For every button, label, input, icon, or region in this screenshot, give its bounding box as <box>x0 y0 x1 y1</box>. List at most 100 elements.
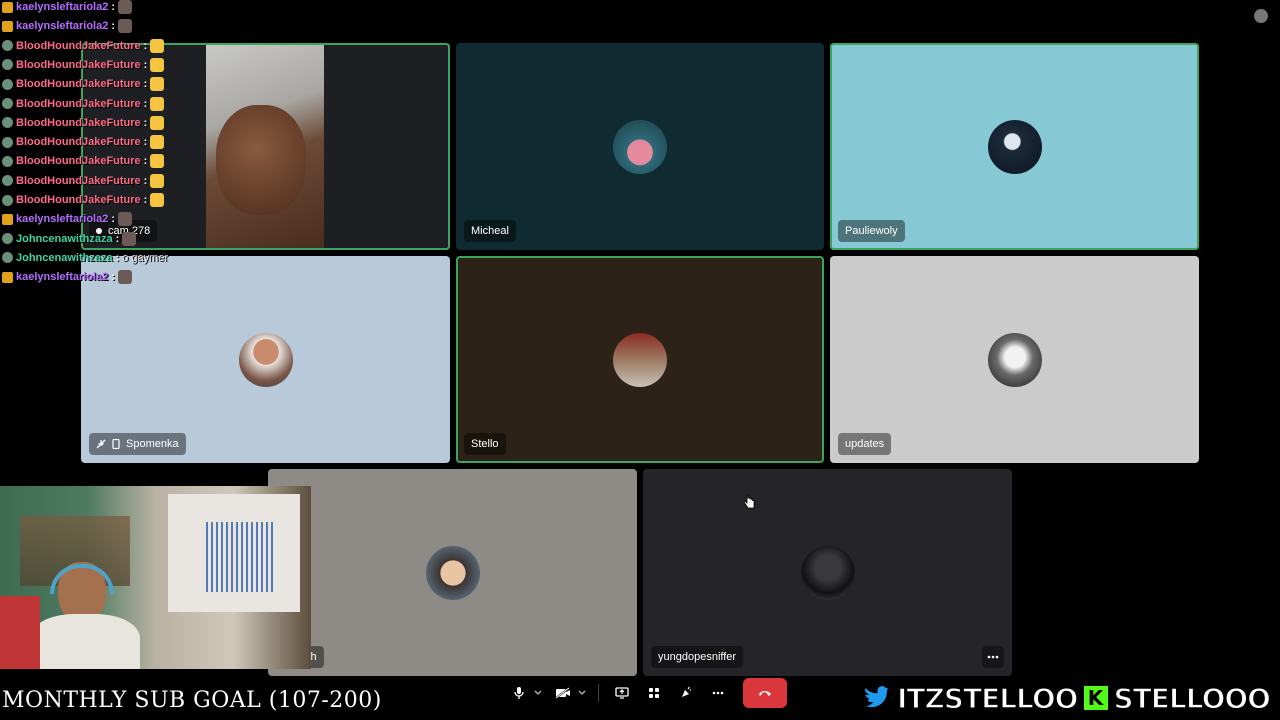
participant-tile-yungdopesniffer[interactable]: yungdopesniffer <box>643 469 1012 676</box>
participant-tile-spomenka[interactable]: Spomenka <box>81 256 450 463</box>
leaf-badge-icon <box>2 59 13 71</box>
avatar <box>987 332 1042 387</box>
chat-username[interactable]: Johncenawithzaza <box>16 252 113 264</box>
emote-icon <box>118 270 133 285</box>
participant-name: Pauliewoly <box>845 225 898 237</box>
chat-username[interactable]: BloodHoundJakeFuture <box>16 59 141 71</box>
kick-handle: STELLOOO <box>1113 681 1272 716</box>
chat-message: kaelynsleftariola2: <box>2 0 133 16</box>
name-tag: Stello <box>464 433 506 455</box>
call-controls <box>506 678 731 708</box>
end-call-button[interactable] <box>743 678 787 708</box>
emote-icon <box>118 212 133 227</box>
participant-name: Stello <box>471 438 499 450</box>
tapestry <box>168 494 300 612</box>
name-tag: Micheal <box>464 220 516 242</box>
emote-icon <box>150 77 165 92</box>
leaf-badge-icon <box>2 233 13 245</box>
more-button[interactable] <box>705 680 731 706</box>
chat-message: Johncenawithzaza: o gaymer <box>2 249 168 267</box>
twitter-handle: ITZSTELLOO <box>896 681 1079 716</box>
chat-message: BloodHoundJakeFuture: <box>2 95 165 113</box>
leaf-badge-icon <box>2 155 13 167</box>
camera-button[interactable] <box>550 680 576 706</box>
emote-icon <box>150 135 165 150</box>
avatar <box>613 119 667 174</box>
emote-icon <box>150 154 165 169</box>
leaf-badge-icon <box>2 117 13 129</box>
chat-separator: : <box>111 20 116 33</box>
activities-icon <box>649 688 659 698</box>
more-options-button[interactable] <box>982 646 1004 668</box>
phone-icon <box>112 439 120 449</box>
emote-icon <box>150 193 165 207</box>
more-icon <box>712 691 724 695</box>
chat-message: BloodHoundJakeFuture: <box>2 37 165 55</box>
chat-username[interactable]: kaelynsleftariola2 <box>16 1 108 13</box>
emote-icon <box>150 173 165 188</box>
emote-icon <box>150 38 165 53</box>
crown-badge-icon <box>2 1 13 13</box>
chat-message: BloodHoundJakeFuture: <box>2 114 165 132</box>
chat-username[interactable]: BloodHoundJakeFuture <box>16 194 141 206</box>
chat-bubble-icon[interactable] <box>1254 9 1268 23</box>
camera-options-button[interactable] <box>576 680 588 706</box>
activities-button[interactable] <box>641 680 667 706</box>
chat-username[interactable]: Johncenawithzaza <box>16 233 113 245</box>
chevron-down-icon <box>578 690 586 695</box>
webcam-video <box>206 45 324 248</box>
more-icon <box>987 655 999 659</box>
chat-separator: : <box>111 271 116 284</box>
chat-username[interactable]: BloodHoundJakeFuture <box>16 40 141 52</box>
crown-badge-icon <box>2 20 13 32</box>
divider <box>598 684 599 702</box>
chat-message: kaelynsleftariola2: <box>2 17 133 35</box>
chat-username[interactable]: BloodHoundJakeFuture <box>16 136 141 148</box>
chat-message: kaelynsleftariola2: <box>2 268 133 286</box>
chat-message: BloodHoundJakeFuture: <box>2 172 165 190</box>
leaf-badge-icon <box>2 98 13 109</box>
chat-message: BloodHoundJakeFuture: <box>2 191 165 209</box>
leaf-badge-icon <box>2 136 13 148</box>
emote-icon <box>150 96 165 111</box>
chat-separator: : <box>115 251 120 264</box>
chat-username[interactable]: kaelynsleftariola2 <box>16 271 108 283</box>
leaf-badge-icon <box>2 252 13 264</box>
chat-separator: : <box>143 136 148 149</box>
chat-username[interactable]: kaelynsleftariola2 <box>16 20 108 32</box>
chat-message: BloodHoundJakeFuture: <box>2 56 165 74</box>
name-tag: updates <box>838 433 892 455</box>
participant-tile-micheal[interactable]: Micheal <box>456 43 824 250</box>
name-tag: Pauliewoly <box>838 220 905 242</box>
mute-icon <box>96 439 106 449</box>
social-handles: ITZSTELLOO K STELLOOO <box>859 680 1272 716</box>
chat-separator: : <box>143 78 148 91</box>
crown-badge-icon <box>2 271 13 283</box>
chat-username[interactable]: BloodHoundJakeFuture <box>16 78 141 90</box>
chat-username[interactable]: BloodHoundJakeFuture <box>16 117 141 129</box>
chat-message: BloodHoundJakeFuture: <box>2 133 165 151</box>
microphone-options-button[interactable] <box>532 680 544 706</box>
chat-separator: : <box>143 116 148 129</box>
chat-message: kaelynsleftariola2: <box>2 210 133 228</box>
soundboard-button[interactable] <box>673 680 699 706</box>
streamer-shape <box>20 554 170 669</box>
microphone-button[interactable] <box>506 680 532 706</box>
participant-tile-pauliewoly[interactable]: Pauliewoly <box>830 43 1199 250</box>
emote-icon <box>118 19 133 34</box>
chat-username[interactable]: BloodHoundJakeFuture <box>16 98 141 110</box>
leaf-badge-icon <box>2 40 13 52</box>
participant-tile-updates[interactable]: updates <box>830 256 1199 463</box>
chat-separator: : <box>143 174 148 187</box>
chat-separator: : <box>143 194 148 206</box>
chat-username[interactable]: kaelynsleftariola2 <box>16 213 108 225</box>
headset <box>50 564 114 594</box>
participant-name: Micheal <box>471 225 509 237</box>
avatar <box>613 332 667 387</box>
chat-username[interactable]: BloodHoundJakeFuture <box>16 155 141 167</box>
chat-username[interactable]: BloodHoundJakeFuture <box>16 175 141 187</box>
participant-tile-stello[interactable]: Stello <box>456 256 824 463</box>
participant-tile-sh[interactable]: sh <box>268 469 637 676</box>
camera-off-icon <box>555 687 570 699</box>
screen-share-button[interactable] <box>609 680 635 706</box>
